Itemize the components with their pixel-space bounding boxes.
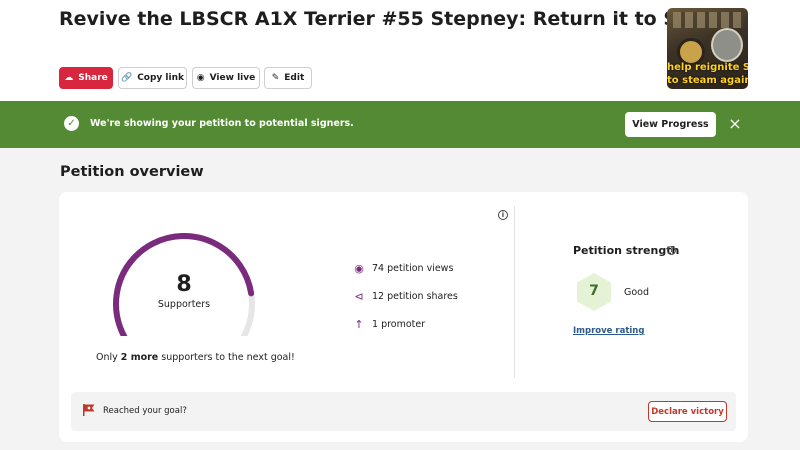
divider	[514, 206, 515, 378]
info-icon[interactable]: i	[667, 246, 676, 255]
stat-promoters: ↑ 1 promoter	[353, 318, 425, 331]
thumbnail-caption-1: help reignite Step	[667, 62, 748, 73]
stat-shares: ⊲ 12 petition shares	[353, 290, 458, 303]
stat-shares-text: 12 petition shares	[372, 291, 458, 302]
goal-suffix: supporters to the next goal!	[158, 352, 295, 363]
goal-prefix: Only	[96, 352, 121, 363]
eye-icon: ◉	[196, 72, 205, 83]
banner-message: We're showing your petition to potential…	[90, 118, 354, 129]
view-live-button[interactable]: ◉ View live	[192, 67, 260, 89]
stat-views: ◉ 74 petition views	[353, 262, 453, 275]
improve-rating-link[interactable]: Improve rating	[573, 326, 644, 336]
share-button[interactable]: ☁ Share	[59, 67, 113, 89]
pencil-icon: ✎	[271, 72, 280, 83]
reached-goal-text: Reached your goal?	[103, 406, 187, 416]
petition-thumbnail[interactable]: help reignite Step to steam again!	[667, 8, 748, 89]
edit-button[interactable]: ✎ Edit	[264, 67, 312, 89]
copy-link-button[interactable]: 🔗 Copy link	[118, 67, 187, 89]
supporters-count: 8	[176, 272, 192, 297]
check-circle-icon: ✓	[64, 116, 79, 131]
arrow-up-icon: ↑	[354, 318, 364, 331]
copy-link-label: Copy link	[137, 73, 184, 83]
supporters-label: Supporters	[157, 299, 211, 310]
goal-bold: 2 more	[120, 352, 159, 363]
view-progress-button[interactable]: View Progress	[625, 112, 716, 137]
flag-icon	[83, 404, 95, 416]
share-icon: ☁	[64, 72, 74, 83]
edit-label: Edit	[284, 73, 305, 83]
close-icon[interactable]: ×	[726, 115, 744, 133]
thumbnail-background	[673, 12, 743, 28]
section-title: Petition overview	[60, 164, 204, 180]
stat-promoters-text: 1 promoter	[372, 319, 426, 330]
thumbnail-caption-2: to steam again!	[667, 75, 748, 86]
stat-views-text: 74 petition views	[372, 263, 454, 274]
thumbnail-engine-face	[711, 28, 743, 62]
view-live-label: View live	[209, 73, 256, 83]
strength-rating: Good	[624, 287, 650, 298]
info-icon[interactable]: i	[498, 210, 508, 220]
petition-title: Revive the LBSCR A1X Terrier #55 Stepney…	[59, 8, 741, 30]
share-icon: ⊲	[354, 290, 364, 303]
strength-score: 7	[589, 283, 599, 299]
petition-strength-title: Petition strength	[573, 244, 680, 257]
share-label: Share	[78, 73, 108, 83]
link-icon: 🔗	[120, 72, 133, 83]
eye-icon: ◉	[354, 262, 364, 275]
goal-progress-text: Only 2 more supporters to the next goal!	[96, 352, 295, 363]
declare-victory-button[interactable]: Declare victory	[648, 401, 727, 422]
